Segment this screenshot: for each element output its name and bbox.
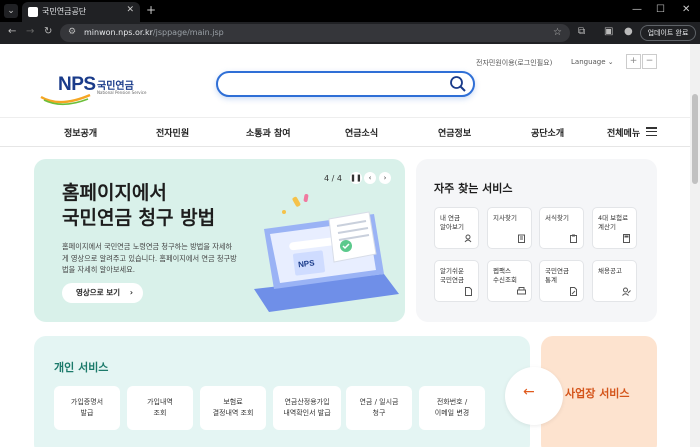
url-text[interactable]: minwon.nps.or.kr/jsppage/main.jsp [84,28,224,37]
hero-banner: 홈페이지에서 국민연금 청구 방법 홈페이지에서 국민연금 노령연금 청구하는 … [34,159,405,322]
chart-document-icon [570,287,577,296]
page-scrollbar[interactable] [690,44,700,447]
hero-title: 홈페이지에서 국민연금 청구 방법 [62,182,216,229]
person-search-icon [464,234,472,243]
chevron-right-icon: › [129,288,133,297]
language-select[interactable]: Language ⌄ [571,58,614,66]
tile-form-finder[interactable]: 서식찾기 [539,207,584,249]
favicon-icon [28,7,38,17]
address-bar[interactable]: ⚙ minwon.nps.or.kr/jsppage/main.jsp ☆ [60,24,570,42]
side-panel-icon[interactable]: ▣ [604,26,613,37]
tile-job-posting[interactable]: 채용공고 [592,260,637,302]
new-tab-icon[interactable]: + [146,3,156,17]
extensions-icon[interactable]: ⧉ [578,26,585,37]
logo-text: NPS [58,74,96,95]
search-input[interactable] [216,71,475,97]
profile-icon[interactable]: ● [624,26,633,37]
tile-easy-pension[interactable]: 알기쉬운 국민연금 [434,260,479,302]
hero-description: 홈페이지에서 국민연금 노령연금 청구하는 방법을 자세하게 영상으로 알려주고… [62,242,237,274]
nav-pension-news[interactable]: 연금소식 [345,126,378,139]
pension-claim-button[interactable]: 연금 / 일시금 청구 [346,386,412,430]
business-toggle-button[interactable]: ← [505,367,563,425]
tile-insurance-calculator[interactable]: 4대 보험료 계산기 [592,207,637,249]
forward-icon[interactable]: → [26,26,34,37]
back-icon[interactable]: ← [8,26,16,37]
next-slide-icon[interactable]: › [379,172,391,184]
clipboard-icon [570,234,577,243]
nav-pension-info[interactable]: 연금정보 [438,126,471,139]
tab-close-icon[interactable]: ✕ [126,5,134,15]
business-services-label[interactable]: 사업장 서비스 [565,385,630,401]
premium-history-button[interactable]: 보험료 결정내역 조회 [200,386,266,430]
pause-icon[interactable]: ❚❚ [350,172,362,184]
bookmark-star-icon[interactable]: ☆ [553,27,562,38]
browser-toolbar: ← → ↻ ⚙ minwon.nps.or.kr/jsppage/main.js… [0,22,700,44]
tile-fax-inquiry[interactable]: 펩팩스 수신조회 [487,260,532,302]
hamburger-menu-icon[interactable] [646,127,657,137]
tile-my-pension[interactable]: 내 연금 알아보기 [434,207,479,249]
browser-tab-bar: ⌄ 국민연금공단 ✕ + — ☐ ✕ [0,0,700,22]
watch-video-button[interactable]: 영상으로 보기 › [62,283,143,303]
building-icon [518,234,525,243]
browser-tab[interactable]: 국민연금공단 ✕ [22,2,140,22]
slide-counter: 4 / 4 [324,174,342,183]
personal-services-title: 개인 서비스 [54,361,109,374]
person-edit-icon [622,287,631,296]
nav-info-disclosure[interactable]: 정보공개 [64,126,97,139]
reload-icon[interactable]: ↻ [44,26,52,37]
chevron-down-icon: ⌄ [607,58,614,66]
arrow-left-icon: ← [523,384,535,400]
laptop-illustration: NPS [254,194,399,312]
main-navigation: 정보공개 전자민원 소통과 참여 연금소식 연금정보 공단소개 전체메뉴 [0,117,690,147]
nps-logo[interactable]: NPS 국민연금 National Pension Service [40,72,150,106]
frequent-services-title: 자주 찾는 서비스 [434,182,513,195]
tab-title: 국민연금공단 [42,7,87,16]
site-info-icon[interactable]: ⚙ [68,27,76,37]
nav-communication[interactable]: 소통과 참여 [246,126,291,139]
nav-e-civil[interactable]: 전자민원 [156,126,189,139]
scrollbar-thumb[interactable] [692,94,698,184]
frequent-services-panel: 자주 찾는 서비스 내 연금 알아보기 지사찾기 서식찾기 4대 보험료 계산기 알… [416,159,657,322]
printer-icon [517,287,526,295]
tile-branch-finder[interactable]: 지사찾기 [487,207,532,249]
logo-english-text: National Pension Service [97,90,147,95]
maximize-icon[interactable]: ☐ [656,4,665,15]
pension-calc-certificate-button[interactable]: 연금산정용가입 내역확인서 발급 [273,386,341,430]
tile-pension-statistics[interactable]: 국민연금 통계 [539,260,584,302]
e-civil-link[interactable]: 전자민원이용(로그인필요) [476,58,552,68]
window-close-icon[interactable]: ✕ [682,4,690,15]
calculator-icon [623,234,630,243]
tab-search-dropdown-icon[interactable]: ⌄ [4,4,18,18]
search-icon[interactable] [449,75,467,93]
web-page: NPS 국민연금 National Pension Service 전자민원이용… [0,44,690,447]
zoom-in-button[interactable]: + [626,54,641,69]
prev-slide-icon[interactable]: ‹ [364,172,376,184]
enrollment-history-button[interactable]: 가입내역 조회 [127,386,193,430]
contact-change-button[interactable]: 전화번호 / 이메일 변경 [419,386,485,430]
personal-services-panel: 개인 서비스 가입증명서 발급 가입내역 조회 보험료 결정내역 조회 연금산정용가입… [34,336,530,447]
document-icon [465,287,472,296]
nav-about[interactable]: 공단소개 [531,126,564,139]
nav-all-menu[interactable]: 전체메뉴 [607,126,640,139]
update-button[interactable]: 업데이트 완료 [640,25,696,41]
zoom-out-button[interactable]: − [642,54,657,69]
minimize-icon[interactable]: — [632,4,642,15]
enrollment-certificate-button[interactable]: 가입증명서 발급 [54,386,120,430]
